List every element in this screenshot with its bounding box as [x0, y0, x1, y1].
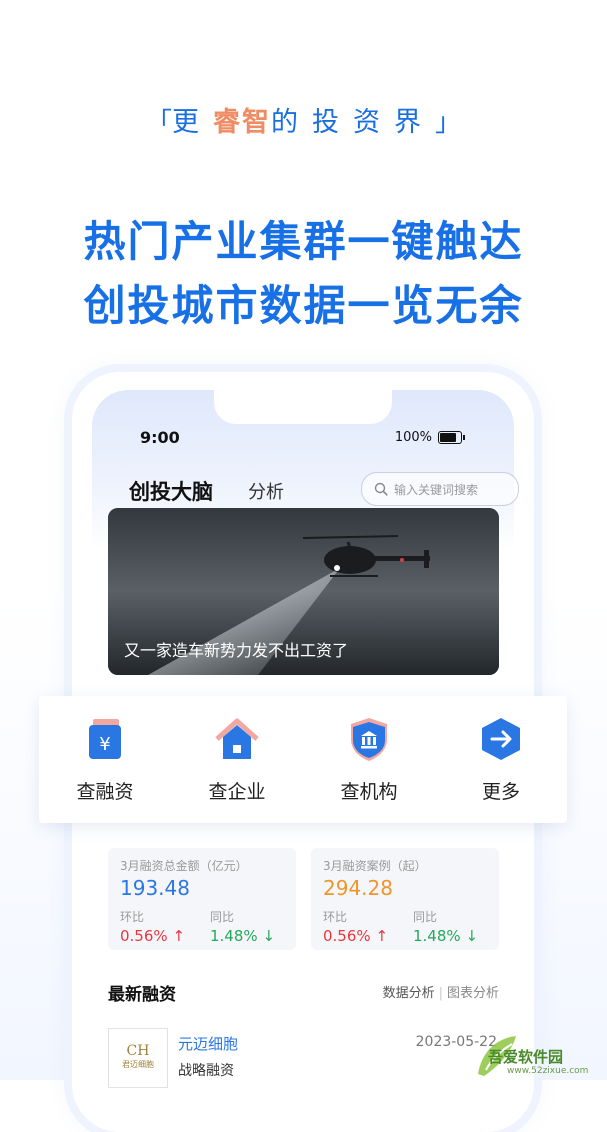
arrow-up-icon: ↑: [375, 927, 389, 945]
stat-label-yoy: 同比: [210, 910, 235, 924]
quick-action-label: 查企业: [208, 781, 266, 803]
home-icon: [215, 718, 259, 759]
stat-rate-yoy: 1.48% ↓: [413, 927, 478, 945]
stat-title: 3月融资案例（起）: [323, 859, 427, 873]
stats-row: 3月融资总金额（亿元） 193.48 环比 同比 0.56% ↑ 1.48% ↓…: [108, 848, 499, 950]
arrow-up-icon: ↑: [172, 927, 186, 945]
headline-line-2: 创投城市数据一览无余: [83, 281, 524, 330]
yuan-clipboard-icon: ¥: [89, 719, 121, 759]
stat-rate-yoy: 1.48% ↓: [210, 927, 275, 945]
status-battery: 100%: [394, 430, 465, 445]
app-title: 创投大脑: [129, 480, 213, 504]
stat-value: 294.28: [323, 876, 393, 900]
stat-label-mom: 环比: [120, 910, 145, 924]
stat-value: 193.48: [120, 876, 190, 900]
link-divider: |: [438, 986, 443, 1001]
arrow-down-icon: ↓: [262, 927, 276, 945]
link-data-analysis[interactable]: 数据分析: [383, 986, 435, 1001]
slogan-open-bracket: 「: [145, 108, 172, 138]
quick-action-enterprise[interactable]: 查企业: [182, 715, 292, 804]
logo-subtext: 君迈细胞: [122, 1060, 154, 1069]
slogan-close-bracket: 」: [435, 108, 462, 138]
banner-caption: 又一家造车新势力发不出工资了: [124, 641, 349, 660]
battery-percent: 100%: [394, 430, 432, 445]
latest-financing-title: 最新融资: [108, 985, 176, 1005]
search-input[interactable]: 输入关键词搜索: [361, 472, 519, 506]
bank-shield-icon: [351, 718, 387, 761]
stat-label-mom: 环比: [323, 910, 348, 924]
battery-icon: [438, 431, 465, 444]
stat-rate-mom: 0.56% ↑: [120, 927, 185, 945]
watermark-text: 吾爱软件园: [488, 1048, 564, 1066]
slogan-post: 的投资界: [271, 107, 435, 138]
arrow-down-icon: ↓: [465, 927, 479, 945]
quick-actions-bar: ¥ 查融资 查企业 查机构 更多: [39, 696, 567, 823]
quick-action-institution[interactable]: 查机构: [314, 715, 424, 804]
slogan: 「更睿智的投资界」: [0, 100, 607, 139]
svg-text:¥: ¥: [99, 734, 110, 755]
watermark-url: www.52zixue.com: [507, 1066, 589, 1076]
stat-rate-mom: 0.56% ↑: [323, 927, 388, 945]
status-time: 9:00: [140, 428, 180, 447]
rate-value: 1.48%: [413, 927, 461, 945]
stat-card-cases[interactable]: 3月融资案例（起） 294.28 环比 同比 0.56% ↑ 1.48% ↓: [311, 848, 499, 950]
rate-value: 1.48%: [210, 927, 258, 945]
stat-title: 3月融资总金额（亿元）: [120, 859, 248, 873]
stat-label-yoy: 同比: [413, 910, 438, 924]
news-banner[interactable]: 又一家造车新势力发不出工资了: [108, 508, 499, 675]
quick-action-label: 更多: [481, 781, 520, 803]
quick-action-label: 查融资: [76, 781, 134, 803]
tab-analysis[interactable]: 分析: [248, 478, 284, 504]
link-chart-analysis[interactable]: 图表分析: [447, 986, 499, 1001]
financing-type: 战略融资: [178, 1063, 234, 1079]
phone-notch: [214, 390, 392, 424]
arrow-hexagon-icon: [482, 718, 520, 760]
quick-action-label: 查机构: [340, 781, 398, 803]
stat-card-amount[interactable]: 3月融资总金额（亿元） 193.48 环比 同比 0.56% ↑ 1.48% ↓: [108, 848, 296, 950]
search-icon: [374, 482, 388, 496]
quick-action-financing[interactable]: ¥ 查融资: [50, 715, 160, 804]
rate-value: 0.56%: [120, 927, 168, 945]
slogan-highlight: 睿智: [213, 107, 271, 138]
search-placeholder: 输入关键词搜索: [394, 482, 479, 497]
slogan-pre: 更: [172, 107, 213, 138]
company-name-link[interactable]: 元迈细胞: [178, 1033, 238, 1054]
headline-line-1: 热门产业集群一键触达: [83, 217, 524, 266]
company-logo: CH 君迈细胞: [108, 1028, 168, 1088]
rate-value: 0.56%: [323, 927, 371, 945]
logo-text: CH: [126, 1043, 150, 1059]
latest-links: 数据分析 | 图表分析: [383, 982, 499, 1001]
quick-action-more[interactable]: 更多: [446, 715, 556, 804]
